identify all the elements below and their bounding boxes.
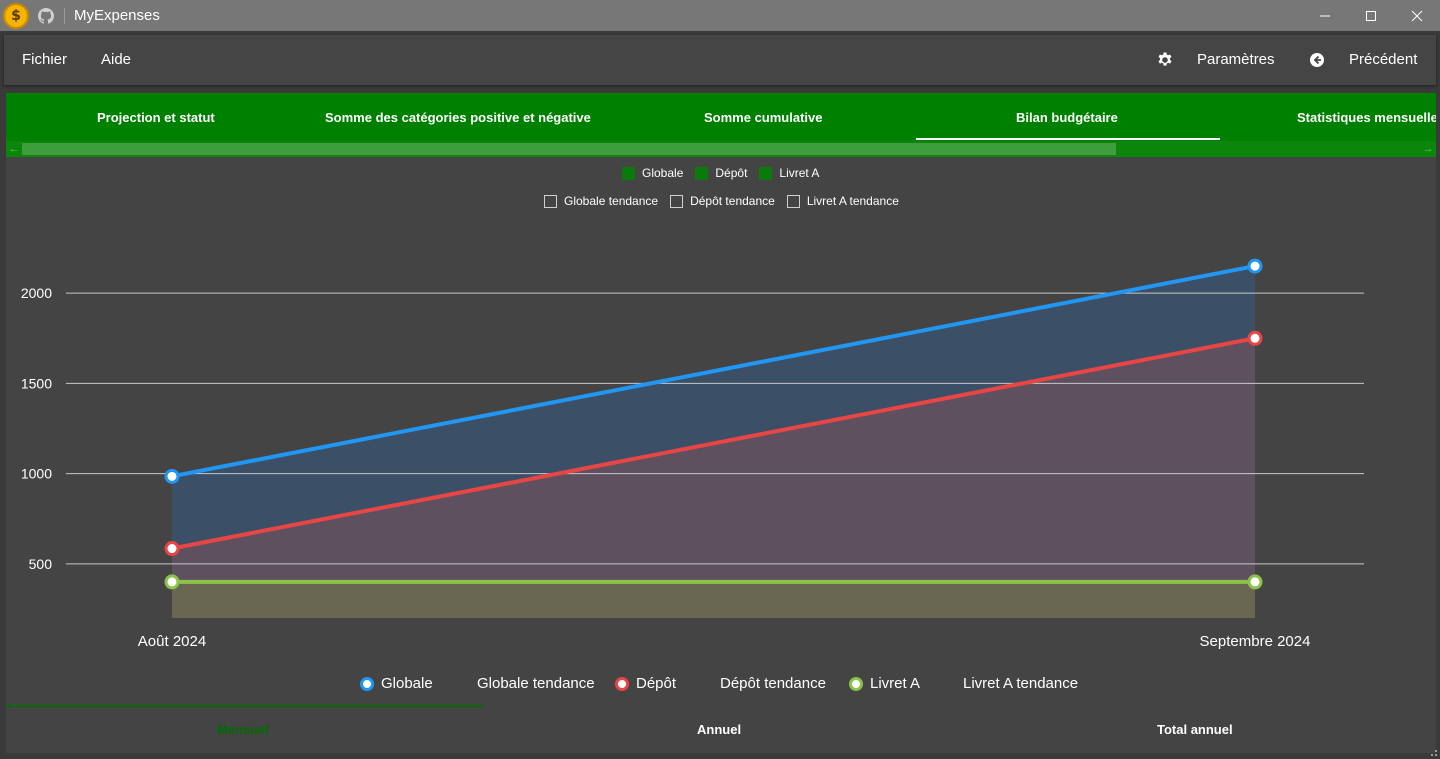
maximize-icon [1366, 10, 1376, 21]
menu-file[interactable]: Fichier [22, 51, 67, 68]
legend-depot-trend[interactable]: Dépôt tendance [720, 675, 826, 692]
budget-balance-chart: 500 1000 1500 2000 Août 2024 Septembre 2024 [21, 258, 1364, 650]
legend-depot[interactable]: Dépôt [615, 675, 676, 692]
main-content: Projection et statut Somme des catégorie… [6, 93, 1436, 753]
data-point [164, 574, 180, 590]
legend-dot-icon [360, 676, 374, 691]
back-button[interactable]: Précédent [1349, 51, 1417, 68]
maximize-button[interactable] [1348, 0, 1394, 31]
menu-help[interactable]: Aide [101, 51, 131, 68]
legend-globale-trend[interactable]: Globale tendance [477, 675, 595, 692]
tab-annual-total[interactable]: Total annuel [1157, 722, 1233, 737]
close-icon [1411, 10, 1423, 21]
legend-dot-icon [849, 676, 863, 691]
tab-annual[interactable]: Annuel [697, 722, 741, 737]
menu-bar: Fichier Aide Paramètres Précédent [4, 35, 1436, 85]
legend-livret[interactable]: Livret A [849, 675, 920, 692]
minimize-icon [1320, 15, 1330, 16]
close-button[interactable] [1394, 0, 1440, 31]
legend-dot-icon [615, 676, 629, 691]
y-tick-label: 500 [29, 556, 53, 572]
x-tick-label: Septembre 2024 [1200, 633, 1311, 650]
active-period-indicator [6, 705, 483, 707]
period-tabs: Mensuel Annuel Total annuel [6, 703, 1436, 753]
gear-icon[interactable] [1157, 52, 1173, 68]
legend-livret-trend[interactable]: Livret A tendance [963, 675, 1078, 692]
resize-grip-icon[interactable] [1428, 747, 1438, 757]
title-separator [64, 8, 65, 24]
data-point [1247, 574, 1263, 590]
x-tick-label: Août 2024 [138, 633, 206, 650]
back-arrow-icon[interactable] [1309, 52, 1325, 68]
data-point [1247, 330, 1263, 346]
tab-monthly[interactable]: Mensuel [217, 722, 269, 737]
settings-button[interactable]: Paramètres [1197, 51, 1275, 68]
data-point [164, 541, 180, 557]
data-point [1247, 258, 1263, 274]
y-tick-label: 1000 [21, 466, 52, 482]
github-icon[interactable] [38, 8, 54, 24]
legend-globale[interactable]: Globale [360, 675, 433, 692]
title-bar: $ MyExpenses [0, 0, 1440, 31]
y-tick-label: 2000 [21, 285, 52, 301]
app-logo-icon: $ [3, 3, 29, 29]
area-fill-2 [172, 581, 1255, 618]
minimize-button[interactable] [1302, 0, 1348, 31]
y-tick-label: 1500 [21, 375, 52, 391]
data-point [164, 468, 180, 484]
window-title: MyExpenses [74, 7, 160, 24]
